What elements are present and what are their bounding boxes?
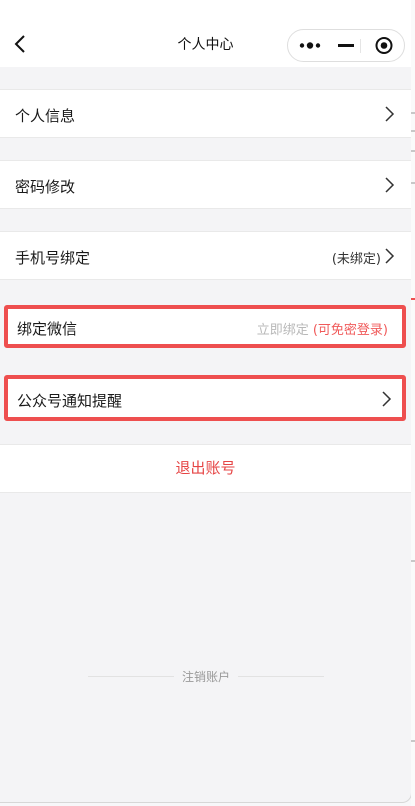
strip-mark bbox=[411, 560, 415, 562]
more-dots-icon bbox=[299, 42, 321, 49]
cancel-account-link[interactable]: 注销账户 bbox=[88, 668, 324, 685]
menu-item-personal-info[interactable]: 个人信息 bbox=[0, 89, 411, 138]
phone-binding-status: (未绑定) bbox=[331, 252, 381, 267]
more-button[interactable] bbox=[288, 30, 332, 61]
minimize-button[interactable] bbox=[332, 30, 360, 61]
logout-button[interactable]: 退出账号 bbox=[0, 444, 411, 493]
bind-now-link[interactable]: 立即绑定 bbox=[257, 323, 309, 338]
background-strip bbox=[411, 0, 415, 806]
phone-screen: 个人中心 个人信息 密码修改 手机号绑定 (未绑定) 绑定微信 立即绑定 (可免… bbox=[0, 0, 412, 803]
cancel-account-label: 注销账户 bbox=[173, 670, 238, 684]
menu-item-label: 个人信息 bbox=[15, 107, 76, 125]
navigation-bar: 个人中心 bbox=[0, 0, 411, 67]
chevron-right-icon bbox=[382, 391, 392, 407]
record-close-icon bbox=[375, 37, 393, 54]
menu-item-wechat-binding[interactable]: 绑定微信 立即绑定 (可免密登录) bbox=[4, 305, 406, 348]
menu-item-password-change[interactable]: 密码修改 bbox=[0, 160, 411, 209]
menu-item-phone-binding[interactable]: 手机号绑定 (未绑定) bbox=[0, 231, 411, 280]
menu-item-official-account-notice[interactable]: 公众号通知提醒 bbox=[4, 375, 406, 421]
chevron-right-icon bbox=[385, 177, 395, 193]
chevron-right-icon bbox=[385, 106, 395, 122]
miniprogram-capsule bbox=[287, 29, 405, 62]
menu-item-label: 公众号通知提醒 bbox=[17, 392, 123, 410]
minimize-icon bbox=[338, 44, 354, 47]
strip-mark bbox=[411, 298, 415, 300]
strip-mark bbox=[411, 130, 415, 132]
menu-item-label: 密码修改 bbox=[15, 178, 76, 196]
strip-mark bbox=[411, 150, 415, 152]
password-free-note: (可免密登录) bbox=[312, 323, 388, 338]
strip-mark bbox=[411, 740, 415, 742]
strip-mark bbox=[411, 112, 415, 114]
cancel-account-section: 注销账户 bbox=[88, 668, 324, 686]
menu-item-label: 手机号绑定 bbox=[15, 249, 91, 267]
strip-mark bbox=[411, 182, 415, 184]
wechat-bind-hint[interactable]: 立即绑定 (可免密登录) bbox=[257, 319, 388, 338]
chevron-right-icon bbox=[385, 248, 395, 264]
capsule-divider bbox=[360, 39, 361, 53]
menu-item-label: 绑定微信 bbox=[17, 320, 78, 338]
close-button[interactable] bbox=[368, 30, 404, 61]
